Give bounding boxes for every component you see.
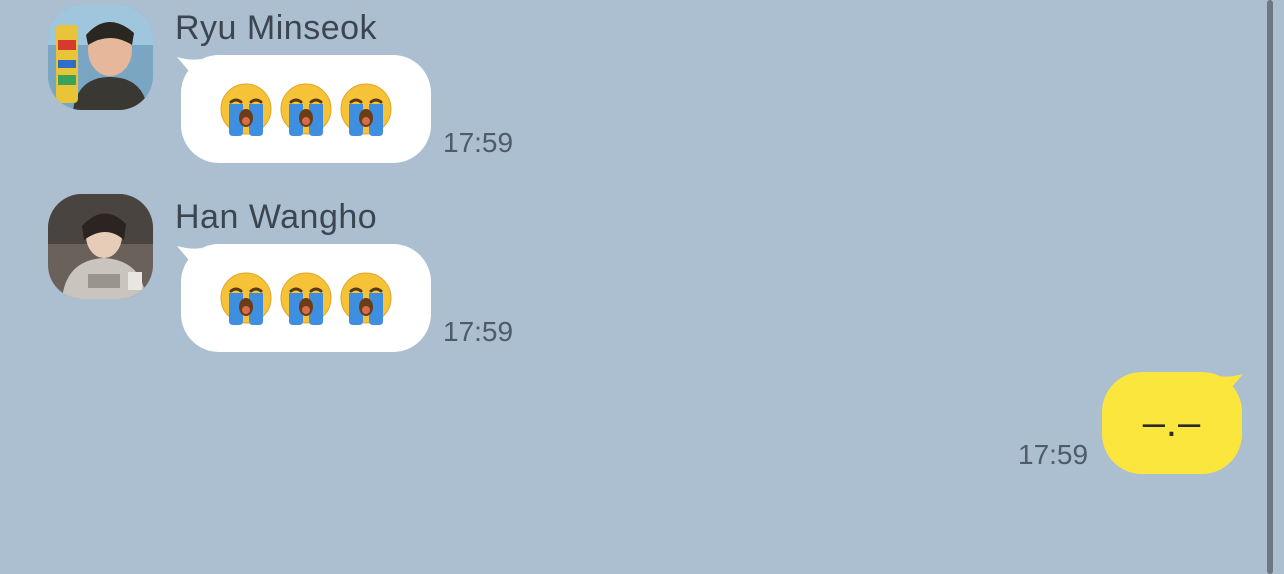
message-bubble[interactable] xyxy=(177,55,431,163)
message-text: –.– xyxy=(1142,400,1202,445)
chat-area: Ryu Minseok 17:59 Han Wangho 17:59 17:59… xyxy=(0,0,1284,574)
loudly-crying-face-icon xyxy=(219,271,273,325)
bubble-tail xyxy=(1219,374,1243,402)
avatar-han-wangho[interactable] xyxy=(48,194,153,299)
message-time: 17:59 xyxy=(443,127,514,158)
loudly-crying-face-icon xyxy=(339,271,393,325)
loudly-crying-face-icon xyxy=(279,271,333,325)
loudly-crying-face-icon xyxy=(339,82,393,136)
message-time: 17:59 xyxy=(1018,439,1089,470)
emoji-group xyxy=(219,271,393,325)
message-time: 17:59 xyxy=(443,316,514,347)
avatar-ryu-minseok[interactable] xyxy=(48,5,153,110)
bubble-tail xyxy=(177,57,201,85)
loudly-crying-face-icon xyxy=(279,82,333,136)
emoji-group xyxy=(219,82,393,136)
sender-name: Ryu Minseok xyxy=(175,9,378,47)
scrollbar-thumb[interactable] xyxy=(1267,0,1273,574)
bubble-tail xyxy=(177,246,201,274)
scrollbar[interactable] xyxy=(1265,0,1284,574)
loudly-crying-face-icon xyxy=(219,82,273,136)
message-bubble[interactable] xyxy=(177,244,431,352)
outgoing-message-bubble[interactable]: –.– xyxy=(1102,372,1243,474)
sender-name: Han Wangho xyxy=(175,198,378,236)
